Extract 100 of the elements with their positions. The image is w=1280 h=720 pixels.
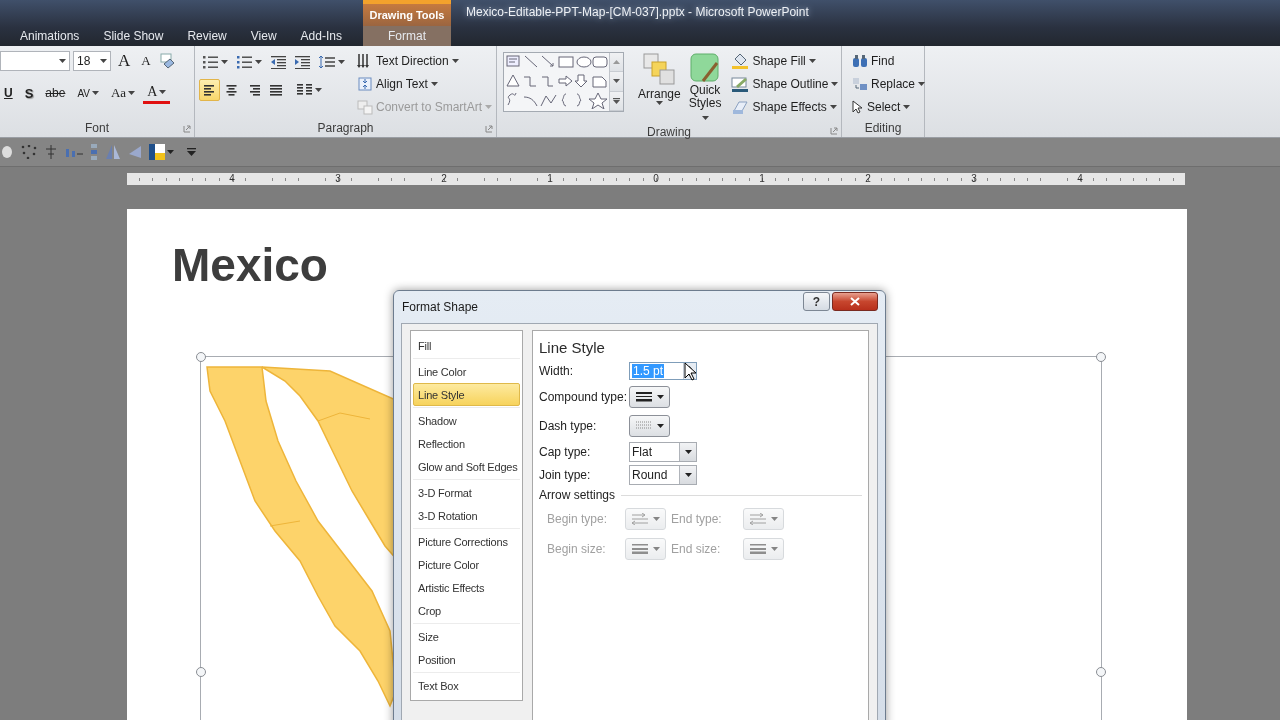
close-button[interactable] (832, 292, 878, 311)
category-item[interactable]: 3-D Rotation (413, 504, 520, 527)
caret-icon (808, 59, 816, 63)
font-name-field[interactable] (0, 51, 70, 71)
close-icon (850, 297, 860, 306)
shape-outline-button[interactable]: Shape Outline (727, 73, 843, 95)
category-item[interactable]: Size (413, 625, 520, 648)
stack-icon[interactable] (90, 143, 98, 161)
font-size-field[interactable]: 18 (73, 51, 111, 71)
category-item[interactable]: Fill (413, 334, 520, 357)
flip-icon[interactable] (105, 144, 121, 160)
group-label: Paragraph (317, 121, 374, 135)
arrow-type-dropdown[interactable] (625, 508, 666, 530)
category-item[interactable]: Artistic Effects (413, 576, 520, 599)
smartart-icon (357, 99, 373, 115)
ruler-number: 3 (970, 173, 978, 185)
help-button[interactable]: ? (803, 292, 830, 311)
caret-icon (430, 82, 438, 86)
dialog-launcher-icon[interactable] (183, 125, 191, 133)
caret-icon (701, 116, 709, 120)
field-label: Width: (539, 363, 574, 378)
character-spacing-button[interactable]: AV (73, 82, 103, 104)
dialog-launcher-icon[interactable] (830, 127, 838, 135)
arrow-size-dropdown[interactable] (743, 538, 784, 560)
field-label: Begin size: (547, 542, 607, 556)
alignment-icon (247, 84, 260, 96)
resize-handle[interactable] (196, 667, 206, 677)
arrow-size-dropdown[interactable] (625, 538, 666, 560)
align-icon[interactable] (44, 145, 58, 159)
resize-handle[interactable] (196, 352, 206, 362)
arrange-button[interactable]: Arrange (636, 50, 683, 125)
select-field[interactable]: Flat (629, 441, 697, 462)
ribbon-tab[interactable]: Format (363, 26, 451, 46)
text-shadow-button[interactable]: S (20, 82, 38, 104)
select-field[interactable]: Round (629, 464, 697, 485)
resize-handle[interactable] (1096, 352, 1106, 362)
points-icon[interactable] (21, 145, 37, 159)
arrow-type-dropdown[interactable] (743, 508, 784, 530)
category-item[interactable]: Reflection (413, 432, 520, 455)
ruler-number: 1 (758, 173, 766, 185)
select-button[interactable]: Select (848, 96, 930, 118)
color-swatch-icon[interactable] (149, 144, 165, 160)
increase-indent-icon (295, 55, 310, 69)
dash-line-icon (635, 421, 652, 431)
ruler-number: 2 (440, 173, 448, 185)
cursor-icon (684, 362, 697, 382)
category-item[interactable]: Text Box (413, 674, 520, 697)
ribbon-tab[interactable]: Review (175, 26, 239, 46)
category-item[interactable]: Position (413, 648, 520, 671)
category-item[interactable]: Line Style (413, 383, 520, 406)
grow-font-button[interactable]: A (114, 50, 135, 72)
replace-button[interactable]: Replace (848, 73, 930, 95)
shape-fill-button[interactable]: Shape Fill (727, 50, 843, 72)
slide-title: Mexico (171, 238, 329, 291)
compound-type-dropdown[interactable] (629, 386, 670, 408)
category-item[interactable]: Crop (413, 599, 520, 622)
quick-styles-button[interactable]: Quick Styles (686, 50, 724, 125)
strikethrough-button[interactable]: abe (41, 82, 70, 104)
dialog-launcher-icon[interactable] (485, 125, 493, 133)
ribbon-tab[interactable]: View (238, 26, 289, 46)
shape-gallery[interactable] (503, 52, 624, 112)
clear-formatting-icon[interactable] (157, 52, 176, 70)
shrink-font-button[interactable]: A (137, 50, 155, 72)
alignment-icon (269, 84, 282, 96)
field-label: End type: (671, 512, 723, 526)
category-item[interactable]: Line Color (413, 360, 520, 383)
ruler-number: 1 (546, 173, 554, 185)
category-item[interactable]: Shadow (413, 409, 520, 432)
distribute-icon[interactable] (65, 146, 83, 158)
ruler-number: 3 (334, 173, 342, 185)
resize-handle[interactable] (1096, 667, 1106, 677)
find-button[interactable]: Find (848, 50, 930, 72)
text-direction-button[interactable]: Text Direction (353, 50, 497, 72)
shape-effects-button[interactable]: Shape Effects (727, 96, 843, 118)
caret-icon (315, 88, 322, 92)
category-item[interactable]: 3-D Format (413, 481, 520, 504)
ribbon-tab[interactable]: Animations (8, 26, 92, 46)
shape-effects-icon (731, 99, 750, 115)
category-item[interactable]: Picture Corrections (413, 530, 520, 553)
field-label: Dash type: (539, 419, 598, 433)
dash-type-dropdown[interactable] (629, 415, 670, 437)
caret-icon (656, 424, 664, 428)
scroll-down-button[interactable] (610, 72, 623, 92)
underline-button[interactable]: U (0, 82, 17, 104)
caret-icon (829, 105, 837, 109)
caret-icon (770, 517, 778, 521)
dialog-title: Format Shape (402, 300, 479, 314)
font-color-button[interactable]: A (143, 82, 171, 104)
field-label: Join type: (539, 467, 592, 482)
ribbon-tab[interactable]: Slide Show (91, 26, 176, 46)
shape-icon[interactable] (2, 145, 14, 159)
customize-toolbar-icon[interactable] (187, 148, 196, 156)
change-case-button[interactable]: Aa (107, 82, 140, 104)
align-text-button[interactable]: Align Text (353, 73, 497, 95)
shape-gallery-drawing[interactable] (504, 53, 609, 109)
group-label: Font (85, 121, 109, 135)
category-item[interactable]: Glow and Soft Edges (413, 455, 520, 478)
align-left-button[interactable] (199, 79, 220, 101)
ribbon-tab[interactable]: Add-Ins (288, 26, 354, 46)
category-item[interactable]: Picture Color (413, 553, 520, 576)
